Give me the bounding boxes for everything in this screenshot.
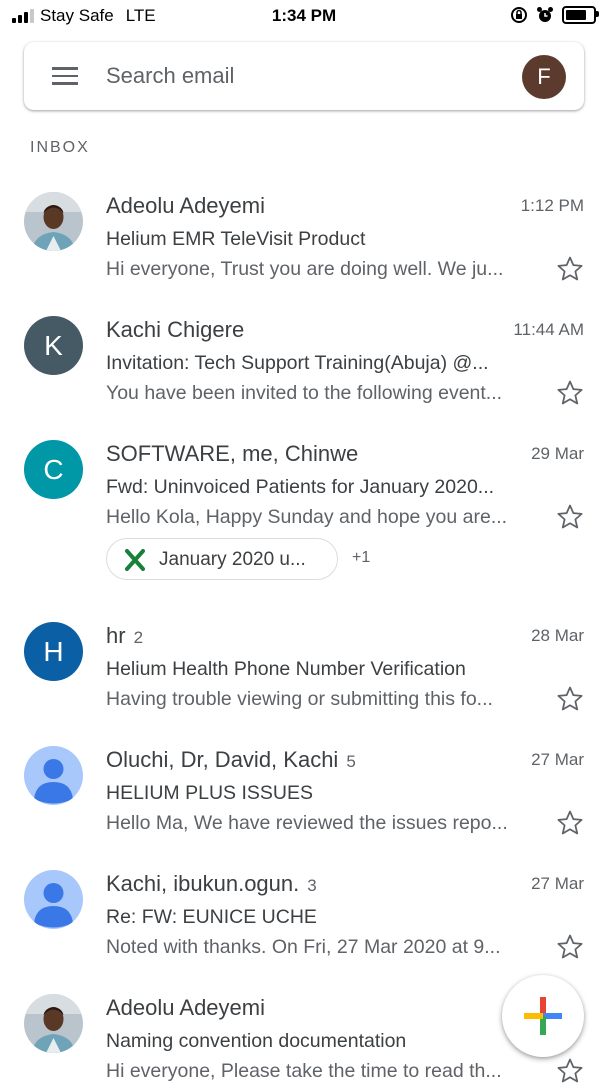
star-icon[interactable] bbox=[555, 254, 585, 284]
email-subject: Fwd: Uninvoiced Patients for January 202… bbox=[106, 476, 495, 498]
email-date: 11:44 AM bbox=[513, 320, 584, 339]
sender-text: Kachi, ibukun.ogun. bbox=[106, 871, 300, 896]
sender-name: Kachi, ibukun.ogun. 3 bbox=[106, 871, 317, 897]
plus-icon bbox=[524, 997, 562, 1035]
email-snippet: Noted with thanks. On Fri, 27 Mar 2020 a… bbox=[106, 936, 501, 958]
email-row[interactable]: Hhr 2 28 Mar Helium Health Phone Number Ver… bbox=[0, 610, 608, 734]
sender-name: Adeolu Adeyemi bbox=[106, 193, 265, 219]
star-icon[interactable] bbox=[555, 808, 585, 838]
menu-icon[interactable] bbox=[52, 67, 78, 85]
avatar-letter: K bbox=[44, 330, 63, 361]
star-icon[interactable] bbox=[555, 932, 585, 962]
alarm-icon bbox=[537, 7, 553, 22]
status-right bbox=[510, 6, 599, 24]
more-attachments-count: +1 bbox=[352, 549, 371, 566]
avatar[interactable] bbox=[24, 746, 83, 805]
sender-text: Kachi Chigere bbox=[106, 317, 245, 342]
sender-name: SOFTWARE, me, Chinwe bbox=[106, 441, 358, 467]
email-date: 29 Mar bbox=[531, 444, 584, 463]
star-icon[interactable] bbox=[555, 378, 585, 408]
sender-text: SOFTWARE, me, Chinwe bbox=[106, 441, 359, 466]
search-input[interactable] bbox=[106, 60, 486, 92]
avatar[interactable]: K bbox=[24, 316, 83, 375]
thread-count: 3 bbox=[307, 876, 317, 895]
email-date: 1:12 PM bbox=[520, 196, 584, 215]
sender-name: Kachi Chigere bbox=[106, 317, 244, 343]
email-subject: Invitation: Tech Support Training(Abuja)… bbox=[106, 352, 489, 374]
avatar[interactable] bbox=[24, 192, 83, 251]
sender-name: Oluchi, Dr, David, Kachi 5 bbox=[106, 747, 356, 773]
email-row[interactable]: Kachi, ibukun.ogun. 3 27 Mar Re: FW: EUNICE… bbox=[0, 858, 608, 982]
orientation-lock-icon bbox=[511, 7, 527, 23]
sender-name: Adeolu Adeyemi bbox=[106, 995, 265, 1021]
thread-count: 5 bbox=[346, 752, 356, 771]
email-date: 27 Mar bbox=[531, 750, 584, 769]
search-bar: F bbox=[24, 42, 584, 110]
email-list: Adeolu Adeyemi 1:12 PM Helium EMR TeleVisi… bbox=[0, 180, 608, 1083]
email-subject: Helium EMR TeleVisit Product bbox=[106, 228, 366, 250]
email-row[interactable]: K Kachi Chigere 11:44 AM Invitation: Tech S… bbox=[0, 304, 608, 428]
email-row[interactable]: Oluchi, Dr, David, Kachi 5 27 Mar HELIUM PL… bbox=[0, 734, 608, 858]
inbox-label: INBOX bbox=[30, 139, 90, 156]
excel-icon bbox=[125, 549, 145, 571]
avatar[interactable]: H bbox=[24, 622, 83, 681]
avatar[interactable] bbox=[24, 994, 83, 1053]
email-row[interactable]: Adeolu Adeyemi 1:12 PM Helium EMR TeleVisi… bbox=[0, 180, 608, 304]
star-icon[interactable] bbox=[555, 684, 585, 714]
account-avatar[interactable]: F bbox=[522, 55, 566, 99]
email-snippet: Hello Kola, Happy Sunday and hope you ar… bbox=[106, 506, 508, 528]
email-snippet: You have been invited to the following e… bbox=[106, 382, 503, 404]
star-icon[interactable] bbox=[555, 502, 585, 532]
battery-fill bbox=[566, 10, 586, 20]
email-snippet: Hello Ma, We have reviewed the issues re… bbox=[106, 812, 508, 834]
battery-icon bbox=[562, 6, 599, 24]
email-row[interactable]: C SOFTWARE, me, Chinwe 29 Mar Fwd: Uninvoic… bbox=[0, 428, 608, 610]
attachment-name: January 2020 u... bbox=[159, 549, 306, 570]
email-snippet: Hi everyone, Trust you are doing well. W… bbox=[106, 258, 504, 280]
thread-count: 2 bbox=[133, 628, 144, 647]
avatar-letter: C bbox=[43, 454, 64, 485]
avatar[interactable]: C bbox=[24, 440, 83, 499]
email-date: 28 Mar bbox=[531, 626, 584, 645]
sender-name: hr 2 bbox=[106, 623, 143, 649]
avatar-letter: H bbox=[43, 636, 64, 667]
star-icon[interactable] bbox=[555, 1056, 585, 1086]
email-date: 27 Mar bbox=[531, 874, 584, 893]
sender-text: Oluchi, Dr, David, Kachi bbox=[106, 747, 339, 772]
email-subject: Re: FW: EUNICE UCHE bbox=[106, 906, 317, 928]
email-snippet: Having trouble viewing or submitting thi… bbox=[106, 688, 493, 710]
email-subject: HELIUM PLUS ISSUES bbox=[106, 782, 313, 804]
sender-text: Adeolu Adeyemi bbox=[106, 995, 265, 1020]
status-bar: Stay Safe LTE 1:34 PM bbox=[0, 0, 608, 32]
email-subject: Naming convention documentation bbox=[106, 1030, 407, 1052]
email-subject: Helium Health Phone Number Verification bbox=[106, 658, 466, 680]
attachment-chip[interactable]: January 2020 u... bbox=[106, 538, 338, 580]
sender-text: Adeolu Adeyemi bbox=[106, 193, 265, 218]
sender-text: hr bbox=[106, 623, 126, 648]
compose-button[interactable] bbox=[502, 975, 584, 1057]
avatar[interactable] bbox=[24, 870, 83, 929]
